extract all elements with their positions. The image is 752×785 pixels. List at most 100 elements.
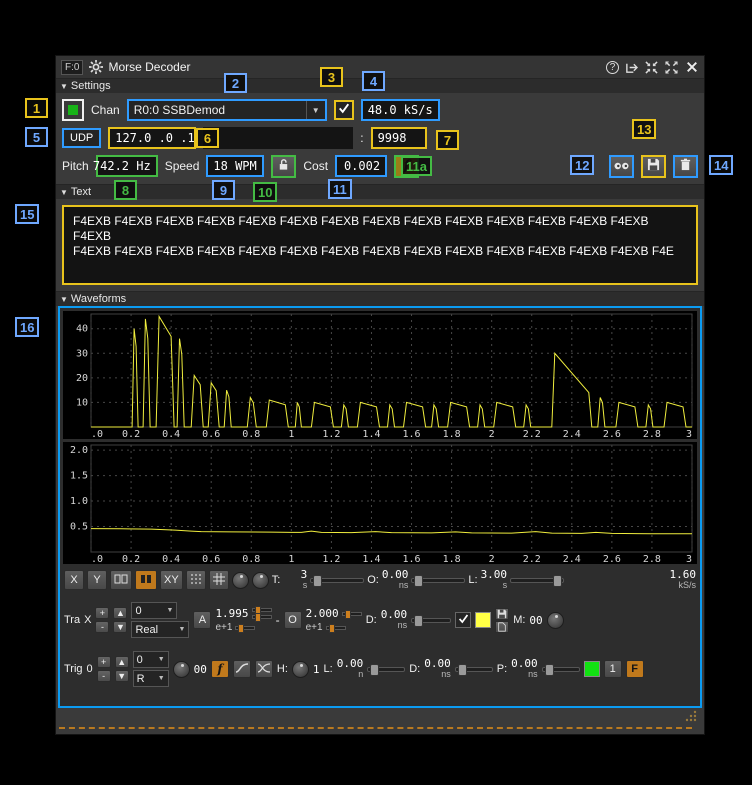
help-icon[interactable]: ?	[606, 61, 619, 74]
trace-selects: 0▼ Real▼	[131, 602, 189, 638]
sample-rate-readout: 1.60kS/s	[670, 570, 697, 590]
function-button[interactable]: f	[394, 155, 419, 178]
trace-index-select[interactable]: 0▼	[131, 602, 177, 619]
grid-intensity-knob[interactable]	[232, 572, 249, 589]
view-all-button[interactable]	[609, 155, 634, 178]
amp-coarse-slider[interactable]	[252, 608, 272, 612]
decoded-text-line: F4EXB F4EXB F4EXB F4EXB F4EXB F4EXB F4EX…	[73, 244, 687, 259]
trace-color-swatch[interactable]	[475, 612, 491, 628]
holdoff-knob[interactable]	[292, 661, 309, 678]
trigger-edge-button[interactable]	[233, 660, 251, 678]
offset-slider[interactable]	[342, 612, 362, 616]
svg-text:3: 3	[686, 554, 692, 564]
trace-add-remove: + -	[95, 607, 109, 633]
slider-handle[interactable]	[553, 575, 562, 587]
trace-delay-slider[interactable]	[411, 618, 451, 623]
save-trace-icon[interactable]	[495, 608, 509, 620]
udp-address-field-extension[interactable]	[203, 127, 353, 149]
grid-dots-button[interactable]	[186, 570, 206, 590]
trace-mode-select[interactable]: Real▼	[131, 621, 189, 638]
slider-handle[interactable]	[458, 664, 467, 676]
trigger-remove-button[interactable]: -	[97, 670, 111, 682]
offset-range-button[interactable]: O	[284, 611, 302, 629]
trigger-controls: Trig 0 + - ▲ ▼ 0▼ R▼ 00 f H:	[60, 647, 700, 691]
time-offset-slider[interactable]	[411, 578, 465, 583]
slider-handle[interactable]	[370, 664, 379, 676]
trace-up-button[interactable]: ▲	[113, 607, 127, 619]
frame-index-chip[interactable]: F:0	[61, 60, 83, 75]
clear-button[interactable]	[673, 155, 698, 178]
trace-down-button[interactable]: ▼	[113, 621, 127, 633]
display-stacked-button[interactable]	[135, 570, 157, 590]
trace-controls: Tra X + - ▲ ▼ 0▼ Real▼ A 1.995 e+1 -	[60, 597, 700, 643]
resize-grip[interactable]	[682, 707, 698, 728]
time-offset-label: O:	[367, 574, 379, 586]
start-stop-button[interactable]	[62, 99, 84, 121]
memory-knob[interactable]	[547, 612, 564, 629]
one-shot-count-button[interactable]: 1	[604, 660, 622, 678]
trace-view-checkbox[interactable]	[455, 612, 471, 628]
shrink-icon[interactable]	[644, 60, 659, 75]
trigger-count-knob[interactable]	[173, 661, 190, 678]
cost-value[interactable]: 0.002	[335, 155, 387, 177]
udp-label: UDP	[62, 128, 101, 148]
slider-handle[interactable]	[414, 575, 423, 587]
waveforms-section-header[interactable]: ▼ Waveforms	[56, 291, 704, 306]
slider-handle[interactable]	[313, 575, 322, 587]
gear-icon[interactable]	[88, 60, 103, 75]
chevron-down-icon: ▼	[158, 656, 165, 663]
trigger-count-select[interactable]: 0▼	[133, 651, 169, 668]
channel-select[interactable]: R0:0 SSBDemod ▼	[127, 99, 327, 121]
svg-text:0.4: 0.4	[162, 554, 180, 564]
freerun-button[interactable]: F	[626, 660, 644, 678]
channel-link-checkbox[interactable]	[334, 100, 354, 120]
maximize-icon[interactable]	[664, 60, 679, 75]
amp-fine-slider[interactable]	[252, 615, 272, 619]
trigger-condition-button[interactable]: f	[211, 660, 229, 678]
trace-intensity-knob[interactable]	[252, 572, 269, 589]
slider-handle[interactable]	[414, 615, 423, 627]
decoded-text-area[interactable]: F4EXB F4EXB F4EXB F4EXB F4EXB F4EXB F4EX…	[62, 205, 698, 285]
annotation-14: 14	[709, 155, 733, 175]
close-icon[interactable]	[684, 60, 699, 75]
scope-xy-button[interactable]: XY	[160, 570, 183, 590]
lock-button[interactable]	[271, 155, 296, 178]
pretrigger-slider[interactable]	[542, 667, 580, 672]
time-base-slider[interactable]	[310, 578, 364, 583]
slider-handle[interactable]	[545, 664, 554, 676]
collapse-arrow-icon: ▼	[60, 82, 68, 91]
split-panes-icon	[114, 574, 128, 587]
trigger-delay-slider[interactable]	[455, 667, 493, 672]
trace-remove-button[interactable]: -	[95, 621, 109, 633]
trigger-color-swatch[interactable]	[584, 661, 600, 677]
time-base-value: 3s	[283, 570, 307, 590]
detach-icon[interactable]	[624, 60, 639, 75]
amp-exp-slider[interactable]	[235, 626, 255, 630]
settings-section-header[interactable]: ▼ Settings	[56, 78, 704, 93]
holdoff-value: 1	[313, 663, 320, 676]
scope-y-button[interactable]: Y	[87, 570, 107, 590]
grid-lines-button[interactable]	[209, 570, 229, 590]
display-split-button[interactable]	[110, 570, 132, 590]
udp-address-field[interactable]: 127.0 .0 .1	[108, 127, 196, 149]
resize-edge-highlight[interactable]	[59, 727, 692, 729]
trace-add-button[interactable]: +	[95, 607, 109, 619]
annotation-16: 16	[15, 317, 39, 337]
trigger-both-edges-button[interactable]	[255, 660, 273, 678]
text-section-header[interactable]: ▼ Text	[56, 184, 704, 199]
udp-port-field[interactable]: 9998	[371, 127, 427, 149]
scope-x-button[interactable]: X	[64, 570, 84, 590]
trigger-level-slider[interactable]	[367, 667, 405, 672]
trigger-down-button[interactable]: ▼	[115, 670, 129, 682]
chan-label: Chan	[91, 103, 120, 117]
load-trace-icon[interactable]	[495, 621, 509, 633]
offset-exp-slider[interactable]	[326, 626, 346, 630]
trigger-up-button[interactable]: ▲	[115, 656, 129, 668]
trigger-move: ▲ ▼	[115, 656, 129, 682]
save-button[interactable]	[641, 155, 666, 178]
trace-length-slider[interactable]	[510, 578, 564, 583]
chevron-down-icon: ▼	[179, 626, 186, 633]
amp-range-button[interactable]: A	[193, 611, 211, 629]
trigger-add-button[interactable]: +	[97, 656, 111, 668]
trigger-projection-select[interactable]: R▼	[133, 670, 169, 687]
